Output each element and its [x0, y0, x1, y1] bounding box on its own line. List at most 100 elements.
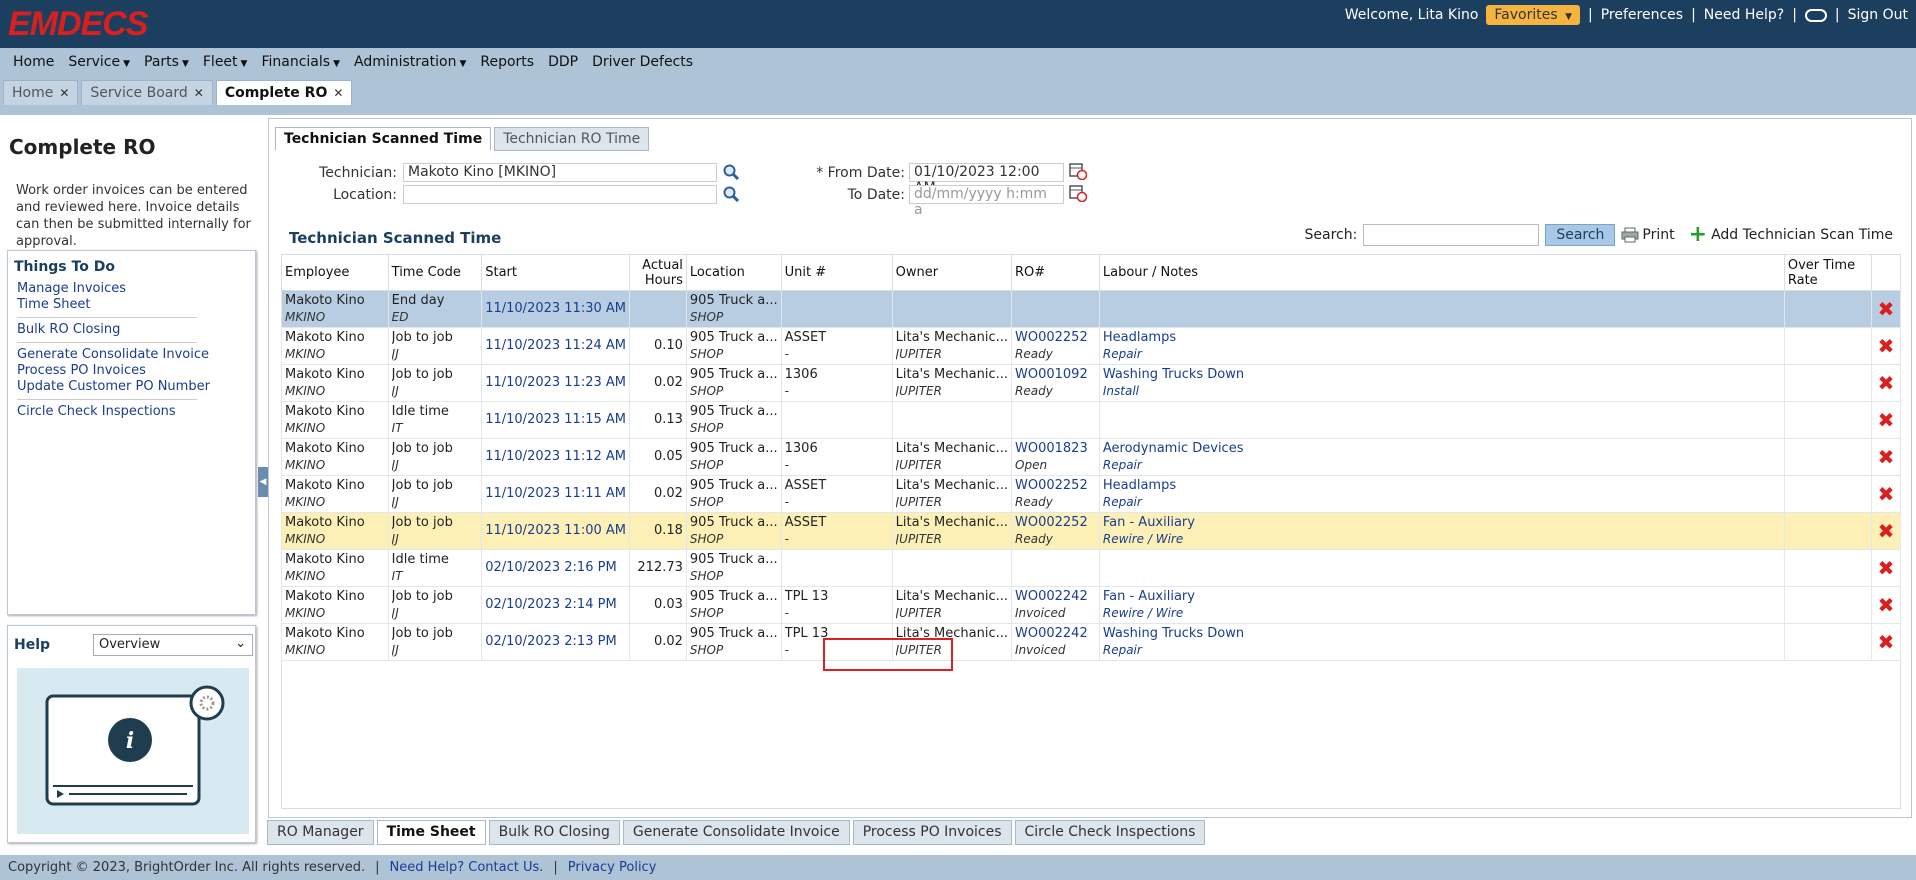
table-row[interactable]: Makoto Kino MKINO Job to job JJ 02/10/2023 2… [281, 586, 1901, 624]
labour-cell-sub[interactable]: Repair [1103, 346, 1781, 362]
delete-icon[interactable]: ✖ [1871, 290, 1901, 328]
col-overtime-rate[interactable]: Over Time Rate [1783, 254, 1873, 291]
menu-item-service[interactable]: Service ▼ [61, 54, 137, 70]
todo-manage-invoices[interactable]: Manage Invoices [17, 281, 126, 296]
col-time-code[interactable]: Time Code [387, 254, 483, 291]
table-row[interactable]: Makoto Kino MKINO Job to job JJ 11/10/2023 1… [281, 512, 1901, 550]
table-row[interactable]: Makoto Kino MKINO Job to job JJ 02/10/2023 2… [281, 623, 1901, 661]
bottom-tab-time-sheet[interactable]: Time Sheet [376, 820, 486, 845]
close-icon[interactable]: ✕ [194, 86, 204, 100]
table-row[interactable]: Makoto Kino MKINO End day ED 11/10/2023 11:3… [281, 290, 1901, 328]
start-cell-value[interactable]: 11/10/2023 11:00 AM [485, 523, 626, 539]
labour-cell-value[interactable]: Washing Trucks Down [1103, 626, 1781, 642]
todo-time-sheet[interactable]: Time Sheet [17, 297, 91, 312]
ro-cell-value[interactable]: WO001823 [1015, 441, 1096, 457]
menu-item-administration[interactable]: Administration ▼ [347, 54, 473, 70]
search-button[interactable]: Search [1545, 224, 1616, 246]
labour-cell-value[interactable]: Aerodynamic Devices [1103, 441, 1781, 457]
menu-item-parts[interactable]: Parts ▼ [137, 54, 196, 70]
help-video-thumbnail[interactable]: i [17, 668, 249, 834]
col-labour-notes[interactable]: Labour / Notes [1098, 254, 1785, 291]
tab-complete-ro[interactable]: Complete RO ✕ [215, 80, 353, 105]
calendar-clock-icon[interactable] [1069, 184, 1087, 202]
print-button[interactable]: Print [1621, 227, 1675, 243]
search-icon[interactable] [723, 186, 739, 202]
menu-item-financials[interactable]: Financials ▼ [254, 54, 347, 70]
labour-cell-sub[interactable]: Repair [1103, 457, 1781, 473]
delete-icon[interactable]: ✖ [1871, 327, 1901, 365]
close-icon[interactable]: ✕ [333, 86, 343, 100]
table-row[interactable]: Makoto Kino MKINO Idle time IT 02/10/2023 2:… [281, 549, 1901, 587]
close-icon[interactable]: ✕ [59, 86, 69, 100]
labour-cell-sub[interactable]: Install [1103, 383, 1781, 399]
col-employee[interactable]: Employee [281, 254, 389, 291]
sign-out-link[interactable]: Sign Out [1848, 7, 1908, 23]
menu-item-reports[interactable]: Reports [473, 54, 541, 70]
start-cell-value[interactable]: 02/10/2023 2:16 PM [485, 560, 626, 576]
favorites-button[interactable]: Favorites ▼ [1486, 5, 1581, 25]
labour-cell-sub[interactable]: Repair [1103, 642, 1781, 658]
menu-item-home[interactable]: Home [6, 54, 61, 70]
menu-item-driver-defects[interactable]: Driver Defects [585, 54, 700, 70]
menu-item-ddp[interactable]: DDP [541, 54, 585, 70]
add-scan-time-button[interactable]: + Add Technician Scan Time [1689, 224, 1893, 246]
bottom-tab-process-po-invoices[interactable]: Process PO Invoices [852, 820, 1012, 845]
delete-icon[interactable]: ✖ [1871, 364, 1901, 402]
labour-cell-value[interactable]: Fan - Auxiliary [1103, 515, 1781, 531]
ro-cell-value[interactable]: WO002242 [1015, 626, 1096, 642]
ro-cell-value[interactable]: WO002242 [1015, 589, 1096, 605]
labour-cell-sub[interactable]: Rewire / Wire [1103, 531, 1781, 547]
todo-update-customer-po[interactable]: Update Customer PO Number [17, 379, 210, 394]
bottom-tab-ro-manager[interactable]: RO Manager [267, 820, 374, 845]
to-date-field[interactable]: dd/mm/yyyy h:mm a [909, 185, 1064, 218]
todo-generate-consolidate-invoice[interactable]: Generate Consolidate Invoice [17, 347, 209, 362]
labour-cell-value[interactable]: Fan - Auxiliary [1103, 589, 1781, 605]
table-row[interactable]: Makoto Kino MKINO Job to job JJ 11/10/2023 1… [281, 438, 1901, 476]
todo-circle-check-inspections[interactable]: Circle Check Inspections [17, 404, 176, 419]
delete-icon[interactable]: ✖ [1871, 475, 1901, 513]
ro-cell-value[interactable]: WO002252 [1015, 478, 1096, 494]
delete-icon[interactable]: ✖ [1871, 549, 1901, 587]
labour-cell-value[interactable]: Headlamps [1103, 330, 1781, 346]
delete-icon[interactable]: ✖ [1871, 512, 1901, 550]
delete-icon[interactable]: ✖ [1871, 586, 1901, 624]
start-cell-value[interactable]: 11/10/2023 11:11 AM [485, 486, 626, 502]
col-start[interactable]: Start [481, 254, 630, 291]
ro-cell-value[interactable]: WO002252 [1015, 330, 1096, 346]
col-unit[interactable]: Unit # [780, 254, 893, 291]
contact-help-link[interactable]: Need Help? Contact Us. [390, 860, 544, 875]
todo-bulk-ro-closing[interactable]: Bulk RO Closing [17, 322, 120, 337]
labour-cell-sub[interactable]: Rewire / Wire [1103, 605, 1781, 621]
calendar-clock-icon[interactable] [1069, 162, 1087, 180]
start-cell-value[interactable]: 11/10/2023 11:15 AM [485, 412, 626, 428]
preferences-link[interactable]: Preferences [1601, 7, 1683, 23]
labour-cell-sub[interactable]: Repair [1103, 494, 1781, 510]
table-row[interactable]: Makoto Kino MKINO Job to job JJ 11/10/2023 1… [281, 364, 1901, 402]
subtab-technician-scanned-time[interactable]: Technician Scanned Time [275, 127, 492, 151]
table-row[interactable]: Makoto Kino MKINO Job to job JJ 11/10/2023 1… [281, 475, 1901, 513]
privacy-link[interactable]: Privacy Policy [568, 860, 657, 875]
delete-icon[interactable]: ✖ [1871, 623, 1901, 661]
todo-process-po-invoices[interactable]: Process PO Invoices [17, 363, 146, 378]
bottom-tab-generate-consolidate-invoice[interactable]: Generate Consolidate Invoice [622, 820, 850, 845]
table-row[interactable]: Makoto Kino MKINO Job to job JJ 11/10/2023 1… [281, 327, 1901, 365]
bottom-tab-circle-check-inspections[interactable]: Circle Check Inspections [1014, 820, 1206, 845]
from-date-field[interactable]: 01/10/2023 12:00 AM [909, 163, 1064, 196]
col-ro[interactable]: RO# [1011, 254, 1100, 291]
tab-home[interactable]: Home ✕ [3, 80, 79, 105]
labour-cell-value[interactable]: Washing Trucks Down [1103, 367, 1781, 383]
chat-icon[interactable] [1804, 8, 1827, 22]
menu-item-fleet[interactable]: Fleet ▼ [196, 54, 255, 70]
ro-cell-value[interactable]: WO001092 [1015, 367, 1096, 383]
help-topic-select[interactable]: Overview ⌄ [93, 634, 253, 656]
start-cell-value[interactable]: 11/10/2023 11:12 AM [485, 449, 626, 465]
need-help-link[interactable]: Need Help? [1704, 7, 1784, 23]
start-cell-value[interactable]: 02/10/2023 2:14 PM [485, 597, 626, 613]
ro-cell-value[interactable]: WO002252 [1015, 515, 1096, 531]
col-location[interactable]: Location [685, 254, 782, 291]
subtab-technician-ro-time[interactable]: Technician RO Time [494, 127, 650, 151]
labour-cell-value[interactable]: Headlamps [1103, 478, 1781, 494]
table-row[interactable]: Makoto Kino MKINO Idle time IT 11/10/2023 11… [281, 401, 1901, 439]
collapse-panel-toggle[interactable]: ◀ [258, 467, 268, 497]
col-owner[interactable]: Owner [891, 254, 1013, 291]
